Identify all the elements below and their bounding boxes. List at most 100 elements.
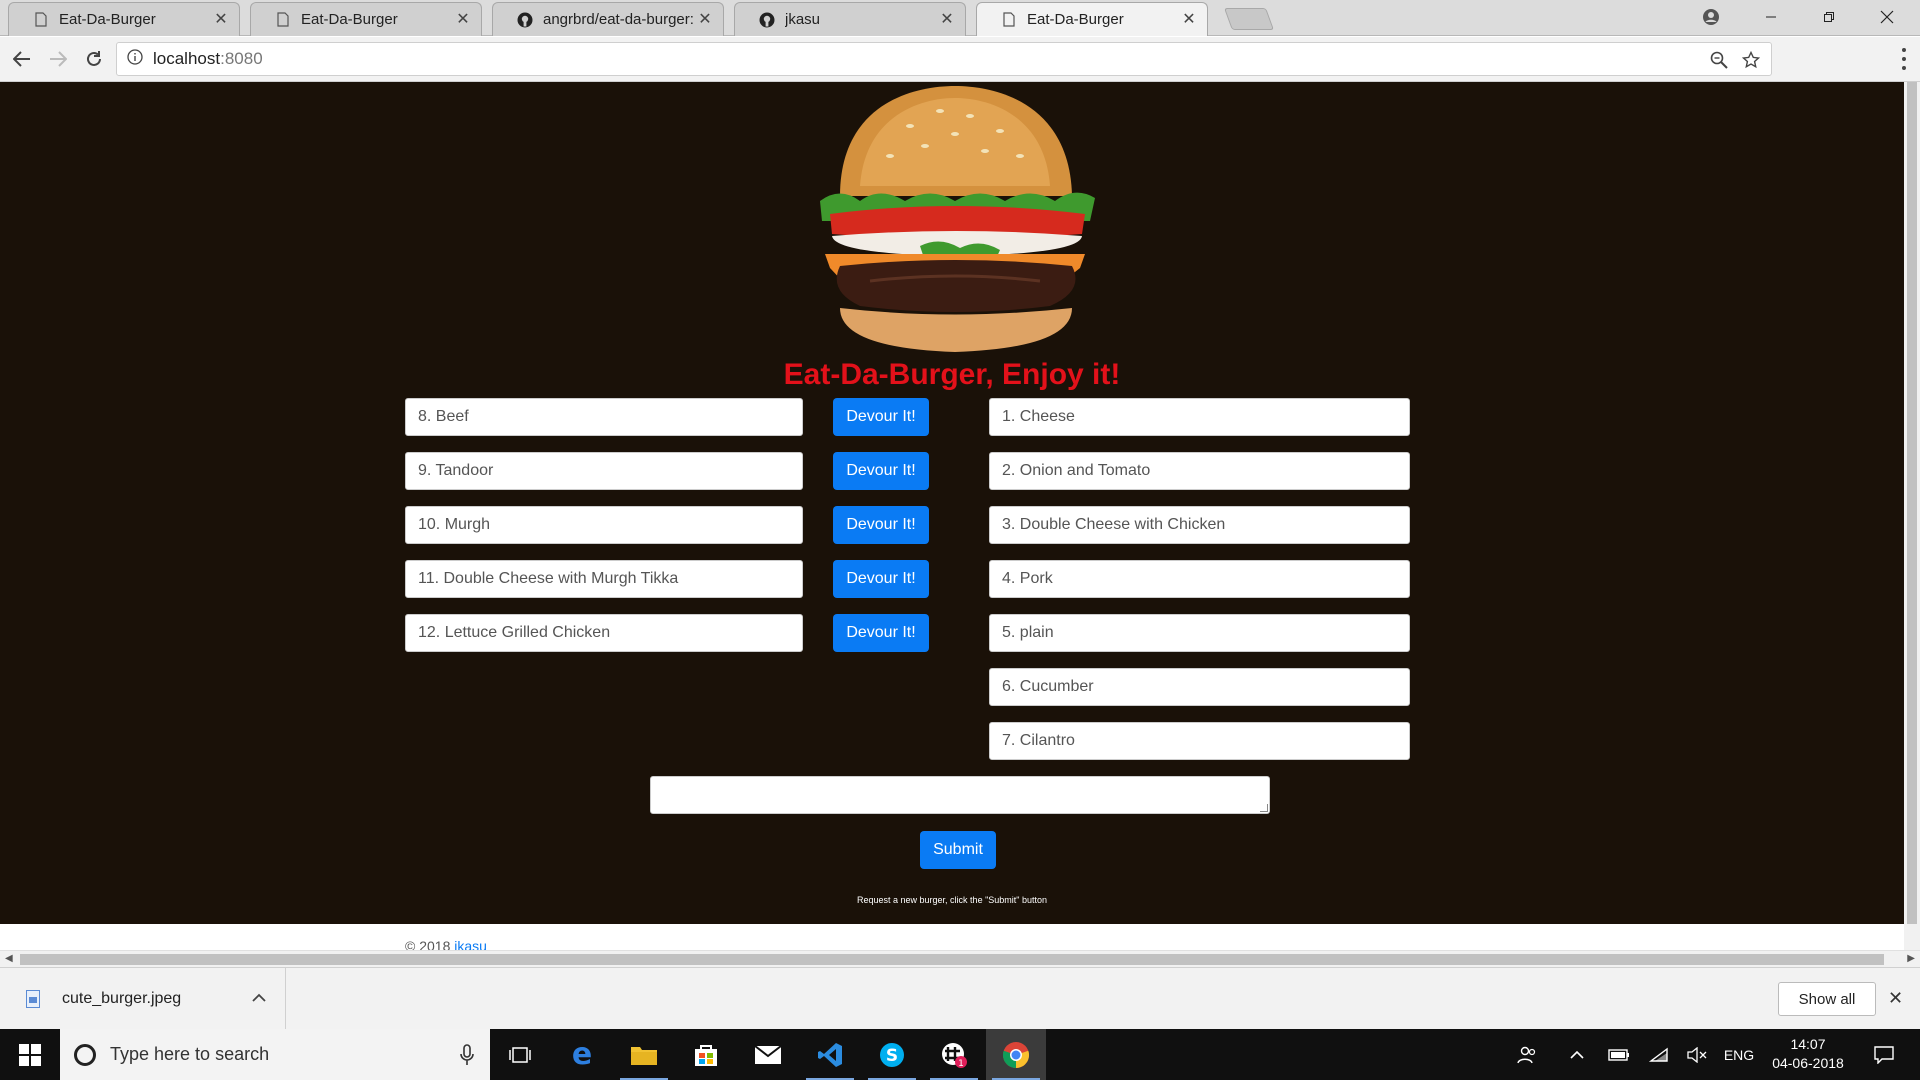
url-host: localhost <box>153 49 221 68</box>
zoom-icon[interactable] <box>1709 50 1729 70</box>
notifications-icon[interactable] <box>1864 1029 1904 1080</box>
devour-button[interactable]: Devour It! <box>833 452 929 490</box>
burger-name: 11. Double Cheese with Murgh Tikka <box>405 560 803 598</box>
taskbar-clock[interactable]: 14:07 04-06-2018 <box>1764 1035 1852 1073</box>
tab-jkasu[interactable]: jkasu ✕ <box>734 2 966 36</box>
minimize-icon[interactable] <box>1748 0 1794 34</box>
image-file-icon <box>26 990 40 1008</box>
tab-eat-da-burger-active[interactable]: Eat-Da-Burger ✕ <box>976 2 1208 36</box>
devoured-burger-name: 1. Cheese <box>989 398 1410 436</box>
tab-title: angrbrd/eat-da-burger: A <box>543 11 697 28</box>
tab-eat-da-burger-2[interactable]: Eat-Da-Burger ✕ <box>250 2 482 36</box>
tab-eat-da-burger-1[interactable]: Eat-Da-Burger ✕ <box>8 2 240 36</box>
taskbar-search-box[interactable]: Type here to search <box>60 1029 490 1080</box>
mail-icon[interactable] <box>738 1029 798 1080</box>
github-icon <box>517 12 533 28</box>
github-icon <box>759 12 775 28</box>
devour-button[interactable]: Devour It! <box>833 506 929 544</box>
chevron-up-icon[interactable] <box>252 990 266 1006</box>
devour-button[interactable]: Devour It! <box>833 614 929 652</box>
devoured-burger-name: 7. Cilantro <box>989 722 1410 760</box>
forward-arrow-icon[interactable] <box>44 45 72 73</box>
submit-button[interactable]: Submit <box>920 831 996 869</box>
volume-muted-icon[interactable] <box>1682 1029 1712 1080</box>
download-shelf: cute_burger.jpeg Show all ✕ <box>0 967 1920 1030</box>
devour-button[interactable]: Devour It! <box>833 560 929 598</box>
url-port: :8080 <box>220 49 263 68</box>
edge-icon[interactable]: e <box>552 1029 612 1080</box>
windows-start-icon[interactable] <box>0 1029 60 1080</box>
devoured-burger-name: 3. Double Cheese with Chicken <box>989 506 1410 544</box>
cortana-icon <box>74 1043 96 1066</box>
file-explorer-icon[interactable] <box>614 1029 674 1080</box>
svg-text:1: 1 <box>958 1059 964 1069</box>
microphone-icon[interactable] <box>460 1044 474 1071</box>
download-item[interactable]: cute_burger.jpeg <box>0 968 286 1030</box>
footer-author-link[interactable]: jkasu <box>454 938 487 950</box>
copyright-text: © 2018 <box>405 938 451 950</box>
tab-strip: Eat-Da-Burger ✕ Eat-Da-Burger ✕ angrbrd/… <box>0 0 1920 36</box>
new-burger-textarea[interactable] <box>650 776 1270 814</box>
close-icon[interactable]: ✕ <box>1181 11 1197 28</box>
tab-title: Eat-Da-Burger <box>59 11 156 28</box>
close-icon[interactable]: ✕ <box>213 11 229 28</box>
show-all-button[interactable]: Show all <box>1778 982 1876 1016</box>
skype-icon[interactable]: S <box>862 1029 922 1080</box>
chrome-icon[interactable] <box>986 1029 1046 1080</box>
people-icon[interactable] <box>1512 1029 1542 1080</box>
close-icon[interactable]: ✕ <box>939 11 955 28</box>
reload-icon[interactable] <box>80 45 108 73</box>
download-filename: cute_burger.jpeg <box>62 990 182 1007</box>
slack-icon[interactable]: 1 <box>924 1029 984 1080</box>
footer-copyright: © 2018 jkasu <box>405 938 487 950</box>
new-tab-button[interactable] <box>1223 8 1275 30</box>
horizontal-scrollbar[interactable]: ◀ ▶ <box>0 950 1920 967</box>
close-icon[interactable]: ✕ <box>1888 988 1903 1009</box>
tab-title: Eat-Da-Burger <box>301 11 398 28</box>
window-close-icon[interactable] <box>1864 0 1910 34</box>
tab-github-repo[interactable]: angrbrd/eat-da-burger: A ✕ <box>492 2 724 36</box>
page-icon <box>33 12 49 28</box>
search-placeholder: Type here to search <box>110 1044 270 1064</box>
burger-name: 8. Beef <box>405 398 803 436</box>
profile-icon[interactable] <box>1688 0 1734 34</box>
instruction-text: Request a new burger, click the "Submit"… <box>857 895 1047 905</box>
windows-taskbar: Type here to search e S 1 ENG 14:07 04-0… <box>0 1029 1920 1080</box>
page-footer: © 2018 jkasu <box>0 924 1904 950</box>
devoured-burger-name: 5. plain <box>989 614 1410 652</box>
close-icon[interactable]: ✕ <box>697 11 713 28</box>
scrollbar-thumb[interactable] <box>20 954 1884 965</box>
page-icon <box>1001 12 1017 28</box>
language-indicator[interactable]: ENG <box>1720 1029 1758 1080</box>
clock-time: 14:07 <box>1790 1036 1826 1052</box>
address-bar[interactable]: localhost:8080 <box>116 42 1772 76</box>
burger-image <box>820 86 1095 352</box>
scroll-right-arrow-icon[interactable]: ▶ <box>1907 953 1915 964</box>
tab-title: jkasu <box>785 11 821 28</box>
restore-icon[interactable] <box>1806 0 1852 34</box>
vscode-icon[interactable] <box>800 1029 860 1080</box>
battery-icon[interactable] <box>1604 1029 1634 1080</box>
svg-text:S: S <box>886 1046 898 1066</box>
scrollbar-track <box>1904 924 1920 950</box>
browser-toolbar: localhost:8080 <box>0 37 1920 82</box>
close-icon[interactable]: ✕ <box>455 11 471 28</box>
menu-kebab-icon[interactable] <box>1900 48 1908 70</box>
page-icon <box>275 12 291 28</box>
back-arrow-icon[interactable] <box>8 45 36 73</box>
web-page: Eat-Da-Burger, Enjoy it! 8. Beef Devour … <box>0 82 1920 924</box>
scroll-left-arrow-icon[interactable]: ◀ <box>5 953 13 964</box>
bookmark-star-icon[interactable] <box>1741 50 1761 70</box>
devour-button[interactable]: Devour It! <box>833 398 929 436</box>
wifi-icon[interactable] <box>1644 1029 1674 1080</box>
info-icon[interactable] <box>127 48 143 70</box>
burger-name: 9. Tandoor <box>405 452 803 490</box>
chevron-up-icon[interactable] <box>1562 1029 1592 1080</box>
devoured-burger-name: 6. Cucumber <box>989 668 1410 706</box>
url-text: localhost:8080 <box>153 49 263 69</box>
store-icon[interactable] <box>676 1029 736 1080</box>
vertical-scrollbar[interactable] <box>1904 82 1920 924</box>
task-view-icon[interactable] <box>490 1029 550 1080</box>
page-title: Eat-Da-Burger, Enjoy it! <box>783 358 1121 391</box>
burger-name: 10. Murgh <box>405 506 803 544</box>
